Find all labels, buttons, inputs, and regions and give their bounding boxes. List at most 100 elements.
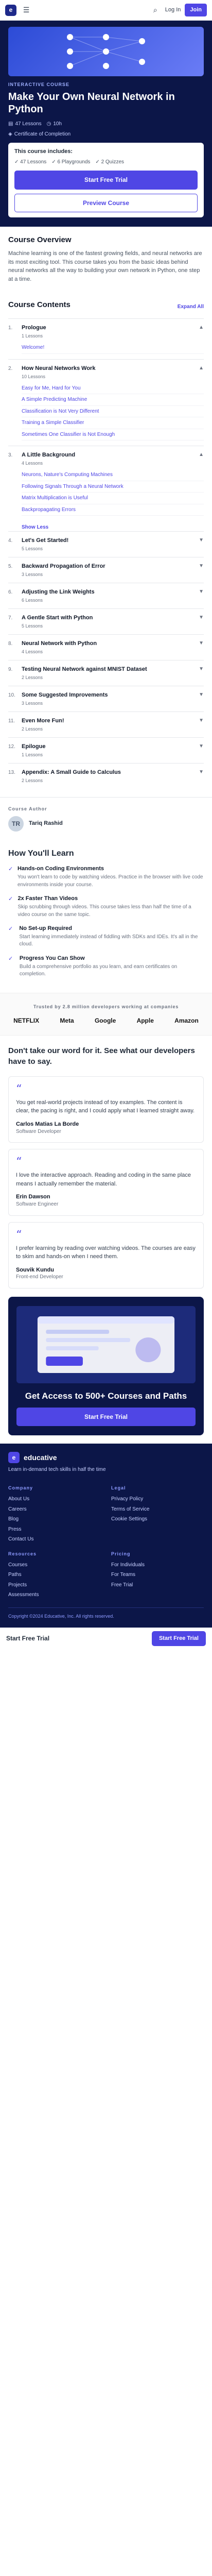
contents-title: Course Contents xyxy=(8,300,70,310)
lesson-link[interactable]: Matrix Multiplication is Useful xyxy=(22,493,204,504)
testimonials: Don't take our word for it. See what our… xyxy=(0,1036,212,1289)
chapter-header[interactable]: 13. Appendix: A Small Guide to Calculus 2 … xyxy=(8,769,204,784)
lesson-link[interactable]: Easy for Me, Hard for You xyxy=(22,383,204,395)
chapter-header[interactable]: 6. Adjusting the Link Weights 6 Lessons ▼ xyxy=(8,588,204,603)
footer-link[interactable]: Assessments xyxy=(8,1590,101,1600)
footer-link[interactable]: About Us xyxy=(8,1494,101,1504)
chapter-body: How Neural Networks Work 10 Lessons xyxy=(22,365,193,380)
chapter-header[interactable]: 8. Neural Network with Python 4 Lessons ▼ xyxy=(8,640,204,655)
preview-course-button[interactable]: Preview Course xyxy=(14,193,198,212)
lesson-link[interactable]: Sometimes One Classifier is Not Enough xyxy=(22,429,204,441)
footer-link[interactable]: For Individuals xyxy=(111,1560,204,1570)
chapter-number: 4. xyxy=(8,537,13,544)
chapter-header[interactable]: 2. How Neural Networks Work 10 Lessons ▲ xyxy=(8,365,204,380)
expand-all-link[interactable]: Expand All xyxy=(178,303,204,311)
footer-link[interactable]: Free Trial xyxy=(111,1580,204,1590)
lesson-link[interactable]: Following Signals Through a Neural Netwo… xyxy=(22,481,204,493)
copyright: Copyright ©2024 Educative, Inc. All righ… xyxy=(8,1607,204,1619)
overview-text: Machine learning is one of the fastest g… xyxy=(8,250,202,282)
chevron-down-icon[interactable]: ▼ xyxy=(199,743,204,750)
chevron-down-icon[interactable]: ▼ xyxy=(199,769,204,776)
menu-icon[interactable]: ☰ xyxy=(21,5,32,16)
chevron-down-icon[interactable]: ▼ xyxy=(199,614,204,621)
chapter-header[interactable]: 12. Epilogue 1 Lessons ▼ xyxy=(8,743,204,758)
footer-link[interactable]: Cookie Settings xyxy=(111,1514,204,1524)
join-button[interactable]: Join xyxy=(185,4,207,16)
footer-link[interactable]: Projects xyxy=(8,1580,101,1590)
footer-link[interactable]: Paths xyxy=(8,1570,101,1580)
course-author: Course Author TR Tariq Rashid xyxy=(0,796,212,840)
lesson-link[interactable]: Neurons, Nature's Computing Machines xyxy=(22,469,204,481)
footer-column: Resources Courses Paths Projects Assessments xyxy=(8,1545,101,1600)
login-link[interactable]: Log In xyxy=(165,6,181,14)
chevron-down-icon[interactable]: ▼ xyxy=(199,640,204,647)
testimonial-text: I love the interactive approach. Reading… xyxy=(16,1172,191,1187)
chapter: 10. Some Suggested Improvements 3 Lessons ▼ xyxy=(8,685,204,711)
footer-link[interactable]: For Teams xyxy=(111,1570,204,1580)
footer-link[interactable]: Privacy Policy xyxy=(111,1494,204,1504)
sticky-start-trial-button[interactable]: Start Free Trial xyxy=(151,1631,206,1646)
chevron-down-icon[interactable]: ▼ xyxy=(199,537,204,544)
chapter-number: 11. xyxy=(8,718,15,724)
quote-icon: “ xyxy=(16,1082,22,1096)
includes-item: ✓ 6 Playgrounds xyxy=(51,159,91,165)
chapter-header[interactable]: 9. Testing Neural Network against MNIST D… xyxy=(8,666,204,681)
testimonial-text: I prefer learning by reading over watchi… xyxy=(16,1245,196,1260)
chapter-body: Epilogue 1 Lessons xyxy=(22,743,193,758)
course-includes-card: This course includes: ✓ 47 Lessons ✓ 6 P… xyxy=(8,143,204,217)
educative-logo[interactable]: e xyxy=(5,4,16,16)
chevron-down-icon[interactable]: ▼ xyxy=(199,717,204,724)
footer-link[interactable]: Press xyxy=(8,1524,101,1535)
lesson-link[interactable]: Welcome! xyxy=(22,342,204,354)
course-hero: Interactive Course Make Your Own Neural … xyxy=(0,21,212,227)
start-free-trial-button[interactable]: Start Free Trial xyxy=(14,171,198,190)
show-less-link[interactable]: Show Less xyxy=(22,524,204,531)
promo-start-trial-button[interactable]: Start Free Trial xyxy=(16,1408,196,1427)
course-cover-image xyxy=(8,27,204,76)
chapter-header[interactable]: 3. A Little Background 4 Lessons ▲ xyxy=(8,451,204,466)
company-logo: Google xyxy=(94,1017,116,1025)
chevron-up-icon[interactable]: ▲ xyxy=(199,451,204,459)
footer-column: Pricing For Individuals For Teams Free Tria… xyxy=(111,1545,204,1600)
chapter-header[interactable]: 5. Backward Propagation of Error 3 Lessons… xyxy=(8,563,204,578)
chapter-number: 6. xyxy=(8,589,13,595)
footer-link[interactable]: Terms of Service xyxy=(111,1504,204,1515)
feature-title: 2x Faster Than Videos xyxy=(17,895,78,902)
chevron-down-icon[interactable]: ▼ xyxy=(199,588,204,596)
chevron-down-icon[interactable]: ▼ xyxy=(199,666,204,673)
clock-icon: ◷ xyxy=(46,121,51,127)
footer-link[interactable]: Careers xyxy=(8,1504,101,1515)
course-kicker: Interactive Course xyxy=(8,82,70,87)
footer-column-title: Resources xyxy=(8,1551,37,1556)
lesson-link[interactable]: Training a Simple Classifier xyxy=(22,417,204,429)
chapter-header[interactable]: 10. Some Suggested Improvements 3 Lessons ▼ xyxy=(8,691,204,706)
author-name[interactable]: Tariq Rashid xyxy=(29,820,63,827)
feature-description: Skip scrubbing through videos. This cour… xyxy=(17,904,191,918)
chevron-up-icon[interactable]: ▲ xyxy=(199,365,204,372)
chapter: 7. A Gentle Start with Python 5 Lessons ▼ xyxy=(8,608,204,634)
company-logo: NETFLIX xyxy=(13,1017,40,1025)
lesson-link[interactable]: Classification is Not Very Different xyxy=(22,406,204,418)
search-icon[interactable]: ⌕ xyxy=(150,5,161,16)
chapter-header[interactable]: 4. Let's Get Started! 5 Lessons ▼ xyxy=(8,537,204,552)
chapter: 4. Let's Get Started! 5 Lessons ▼ xyxy=(8,531,204,557)
chapter-lesson-count: 1 Lessons xyxy=(22,752,43,757)
footer-link[interactable]: Contact Us xyxy=(8,1534,101,1545)
chapter-header[interactable]: 1. Prologue 1 Lessons ▲ xyxy=(8,324,204,339)
promo-illustration xyxy=(16,1306,196,1383)
lesson-link[interactable]: A Simple Predicting Machine xyxy=(22,394,204,406)
site-footer: e educative Learn in-demand tech skills … xyxy=(0,1444,212,1628)
lesson-link[interactable]: Backpropagating Errors xyxy=(22,504,204,516)
chapter-body: Even More Fun! 2 Lessons xyxy=(22,717,193,732)
chevron-down-icon[interactable]: ▼ xyxy=(199,563,204,570)
chapter-header[interactable]: 7. A Gentle Start with Python 5 Lessons ▼ xyxy=(8,614,204,629)
footer-link[interactable]: Blog xyxy=(8,1514,101,1524)
chapter: 11. Even More Fun! 2 Lessons ▼ xyxy=(8,711,204,737)
footer-link[interactable]: Courses xyxy=(8,1560,101,1570)
quote-icon: “ xyxy=(16,1156,22,1169)
chapter-lesson-count: 2 Lessons xyxy=(22,674,43,680)
chapter-header[interactable]: 11. Even More Fun! 2 Lessons ▼ xyxy=(8,717,204,732)
chapter-body: Testing Neural Network against MNIST Dat… xyxy=(22,666,193,681)
chevron-up-icon[interactable]: ▲ xyxy=(199,324,204,331)
chevron-down-icon[interactable]: ▼ xyxy=(199,691,204,699)
